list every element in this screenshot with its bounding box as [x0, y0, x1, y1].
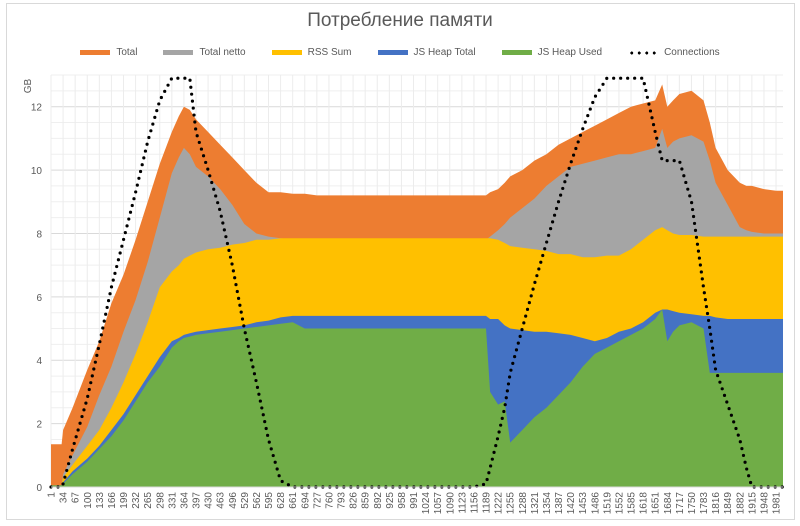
x-tick-label: 694: [300, 492, 311, 509]
y-tick-label: 0: [36, 483, 42, 494]
x-tick-label: 826: [349, 492, 360, 509]
x-tick-label: 1618: [639, 492, 650, 515]
series-areas: [51, 84, 783, 487]
x-tick-label: 529: [240, 492, 251, 509]
x-tick-label: 925: [385, 492, 396, 509]
x-tick-label: 1: [47, 492, 58, 498]
x-tick-label: 199: [119, 492, 130, 509]
x-tick-label: 793: [337, 492, 348, 509]
x-tick-label: 1288: [518, 492, 529, 515]
x-tick-label: 1783: [699, 492, 710, 515]
x-tick-label: 1849: [723, 492, 734, 515]
x-tick-label: 1882: [735, 492, 746, 515]
x-tick-label: 166: [107, 492, 118, 509]
x-tick-label: 628: [276, 492, 287, 509]
x-tick-label: 1189: [482, 492, 493, 514]
y-tick-label: 2: [36, 420, 42, 431]
x-tick-label: 1255: [506, 492, 517, 515]
x-tick-label: 100: [83, 492, 94, 509]
x-tick-label: 1123: [457, 492, 468, 514]
x-tick-label: 1684: [663, 492, 674, 515]
x-tick-label: 760: [324, 492, 335, 509]
x-tick-label: 397: [192, 492, 203, 509]
x-tick-label: 562: [252, 492, 263, 509]
y-tick-label: 10: [31, 166, 43, 177]
y-tick-label: 6: [36, 293, 42, 304]
x-tick-label: 1651: [651, 492, 662, 515]
x-tick-label: 1156: [469, 492, 480, 514]
chart-svg: 0 2 4 6 8 10 12 1 34 67 100 133 166 199 232 265 298 331 36…: [23, 74, 785, 515]
x-tick-label: 859: [361, 492, 372, 509]
y-tick-label: 8: [36, 229, 42, 240]
y-tick-label: 12: [31, 103, 43, 114]
x-tick-label: 331: [167, 492, 178, 509]
x-tick-label: 133: [95, 492, 106, 509]
x-tick-label: 34: [59, 492, 70, 504]
x-tick-label: 727: [312, 492, 323, 509]
x-tick-label: 463: [216, 492, 227, 509]
x-tick-label: 430: [204, 492, 215, 509]
x-tick-label: 496: [228, 492, 239, 509]
x-tick-label: 1519: [602, 492, 613, 515]
x-tick-label: 265: [143, 492, 154, 509]
x-tick-label: 1090: [445, 492, 456, 515]
x-tick-label: 232: [131, 492, 142, 509]
x-tick-label: 1486: [590, 492, 601, 515]
x-tick-label: 298: [155, 492, 166, 509]
x-tick-label: 991: [409, 492, 420, 509]
x-tick-label: 67: [71, 492, 82, 504]
x-tick-label: 892: [373, 492, 384, 509]
x-tick-label: 364: [179, 492, 190, 509]
x-tick-label: 1981: [772, 492, 783, 515]
x-tick-label: 1420: [566, 492, 577, 515]
x-tick-label: 1354: [542, 492, 553, 515]
x-tick-label: 661: [288, 492, 299, 509]
x-tick-label: 1453: [578, 492, 589, 515]
x-tick-label: 595: [264, 492, 275, 509]
x-tick-label: 1585: [627, 492, 638, 515]
x-tick-label: 1321: [530, 492, 541, 515]
x-tick-label: 1816: [711, 492, 722, 515]
y-tick-label: 4: [36, 356, 42, 367]
y-axis-label: GB: [23, 78, 34, 93]
x-tick-label: 1717: [675, 492, 686, 515]
x-tick-label: 1387: [554, 492, 565, 515]
x-tick-label: 1024: [421, 492, 432, 515]
x-tick-label: 1222: [494, 492, 505, 515]
x-tick-label: 1750: [687, 492, 698, 515]
x-tick-label: 958: [397, 492, 408, 509]
x-tick-label: 1915: [747, 492, 758, 515]
x-tick-label: 1057: [433, 492, 444, 515]
x-tick-label: 1948: [759, 492, 770, 515]
x-tick-label: 1552: [614, 492, 625, 515]
